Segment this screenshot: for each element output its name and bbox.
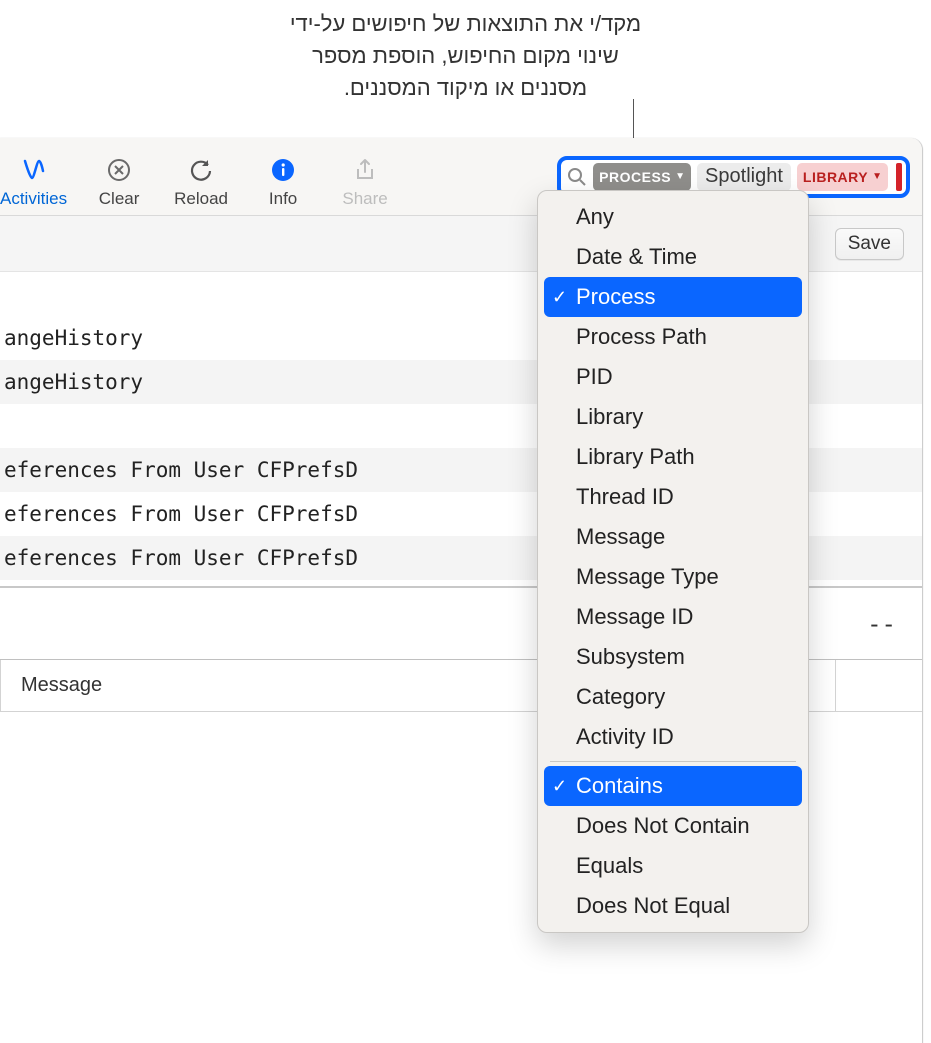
activities-icon	[19, 155, 49, 185]
chevron-down-icon: ▼	[675, 171, 685, 182]
dropdown-item-label: Subsystem	[576, 644, 685, 670]
dropdown-item-label: Message ID	[576, 604, 693, 630]
dropdown-item[interactable]: Message Type	[544, 557, 802, 597]
dropdown-item[interactable]: Thread ID	[544, 477, 802, 517]
activities-label: Activities	[0, 189, 67, 209]
detail-placeholder: --	[867, 610, 896, 638]
annotation-line-2: שינוי מקום החיפוש, הוספת מספר	[0, 40, 931, 72]
dropdown-item[interactable]: ✓ Process	[544, 277, 802, 317]
filter-token-library[interactable]: LIBRARY ▼	[797, 163, 888, 191]
dropdown-item-label: Date & Time	[576, 244, 697, 270]
share-label: Share	[342, 189, 387, 209]
save-button[interactable]: Save	[835, 228, 904, 260]
filter-token-process-value[interactable]: Spotlight	[697, 163, 791, 191]
dropdown-item-label: Contains	[576, 773, 663, 799]
dropdown-item[interactable]: Date & Time	[544, 237, 802, 277]
dropdown-item-label: Any	[576, 204, 614, 230]
dropdown-item[interactable]: Activity ID	[544, 717, 802, 757]
dropdown-separator	[550, 761, 796, 762]
dropdown-item-label: Message	[576, 524, 665, 550]
dropdown-item[interactable]: Category	[544, 677, 802, 717]
info-label: Info	[269, 189, 297, 209]
activities-button[interactable]: Activities	[0, 155, 67, 209]
search-icon	[567, 167, 587, 187]
dropdown-item[interactable]: Message	[544, 517, 802, 557]
dropdown-item-label: Process Path	[576, 324, 707, 350]
dropdown-item-label: Message Type	[576, 564, 719, 590]
dropdown-item-label: Library	[576, 404, 643, 430]
filter-token-process-label: PROCESS	[599, 169, 671, 185]
dropdown-item-label: PID	[576, 364, 613, 390]
toolbar-group: Activities Clear Reload Info	[0, 145, 395, 209]
info-button[interactable]: Info	[253, 155, 313, 209]
dropdown-item[interactable]: PID	[544, 357, 802, 397]
dropdown-item-label: Thread ID	[576, 484, 674, 510]
dropdown-item-label: Does Not Contain	[576, 813, 750, 839]
dropdown-item-label: Process	[576, 284, 655, 310]
help-annotation: מקד/י את התוצאות של חיפושים על-ידי שינוי…	[0, 8, 931, 104]
filter-type-dropdown[interactable]: Any Date & Time ✓ Process Process Path PID Lib…	[537, 190, 809, 933]
dropdown-item[interactable]: Subsystem	[544, 637, 802, 677]
dropdown-item[interactable]: Any	[544, 197, 802, 237]
info-icon	[268, 155, 298, 185]
dropdown-item[interactable]: Process Path	[544, 317, 802, 357]
annotation-line-3: מסננים או מיקוד המסננים.	[0, 72, 931, 104]
reload-icon	[186, 155, 216, 185]
dropdown-item-label: Equals	[576, 853, 643, 879]
filter-token-library-label: LIBRARY	[803, 169, 868, 185]
dropdown-item[interactable]: Library Path	[544, 437, 802, 477]
dropdown-item-label: Does Not Equal	[576, 893, 730, 919]
chevron-down-icon: ▼	[872, 171, 882, 182]
dropdown-item-label: Category	[576, 684, 665, 710]
dropdown-item[interactable]: Equals	[544, 846, 802, 886]
dropdown-item[interactable]: Does Not Equal	[544, 886, 802, 926]
dropdown-item[interactable]: Message ID	[544, 597, 802, 637]
reload-button[interactable]: Reload	[171, 155, 231, 209]
share-button[interactable]: Share	[335, 155, 395, 209]
dropdown-item-label: Activity ID	[576, 724, 674, 750]
dropdown-item[interactable]: Library	[544, 397, 802, 437]
check-icon: ✓	[552, 776, 567, 797]
annotation-line-1: מקד/י את התוצאות של חיפושים על-ידי	[0, 8, 931, 40]
column-separator[interactable]	[835, 660, 836, 711]
dropdown-item[interactable]: ✓ Contains	[544, 766, 802, 806]
share-icon	[350, 155, 380, 185]
reload-label: Reload	[174, 189, 228, 209]
dropdown-item[interactable]: Does Not Contain	[544, 806, 802, 846]
check-icon: ✓	[552, 287, 567, 308]
clear-button[interactable]: Clear	[89, 155, 149, 209]
dropdown-item-label: Library Path	[576, 444, 695, 470]
clear-icon	[104, 155, 134, 185]
filter-token-process[interactable]: PROCESS ▼	[593, 163, 691, 191]
clear-label: Clear	[99, 189, 140, 209]
filter-token-library-value-strip	[896, 163, 902, 191]
